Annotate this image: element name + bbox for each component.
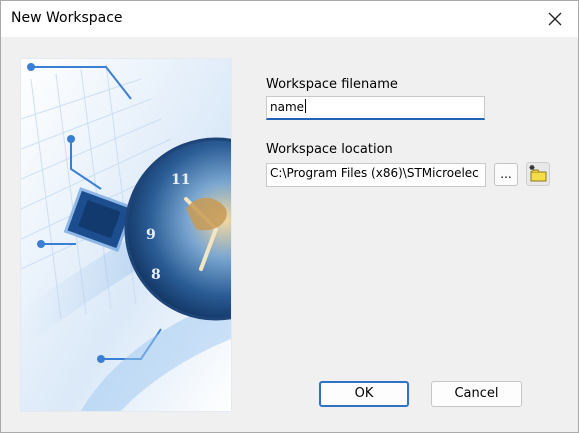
workspace-location-label: Workspace location	[266, 142, 393, 157]
close-icon	[548, 12, 562, 26]
title-bar: New Workspace	[1, 1, 578, 37]
filename-value: name	[270, 100, 305, 114]
svg-text:9: 9	[146, 227, 156, 243]
new-folder-button[interactable]	[526, 162, 551, 187]
browse-button[interactable]: ...	[494, 163, 518, 186]
text-caret	[305, 99, 307, 113]
close-button[interactable]	[532, 1, 578, 37]
svg-text:8: 8	[151, 267, 161, 283]
new-workspace-dialog: New Workspace 11 9 8 Workspace filename …	[0, 0, 579, 433]
svg-text:11: 11	[171, 172, 190, 188]
cancel-button[interactable]: Cancel	[431, 381, 522, 407]
workspace-location-input[interactable]: C:\Program Files (x86)\STMicroelec	[266, 163, 486, 187]
workspace-filename-label: Workspace filename	[266, 77, 398, 92]
new-folder-icon	[526, 162, 550, 186]
dialog-title: New Workspace	[11, 10, 123, 26]
ok-button[interactable]: OK	[319, 381, 409, 407]
workspace-filename-input[interactable]: name	[266, 96, 485, 120]
location-value: C:\Program Files (x86)\STMicroelec	[270, 166, 479, 180]
workspace-illustration: 11 9 8	[20, 58, 232, 412]
